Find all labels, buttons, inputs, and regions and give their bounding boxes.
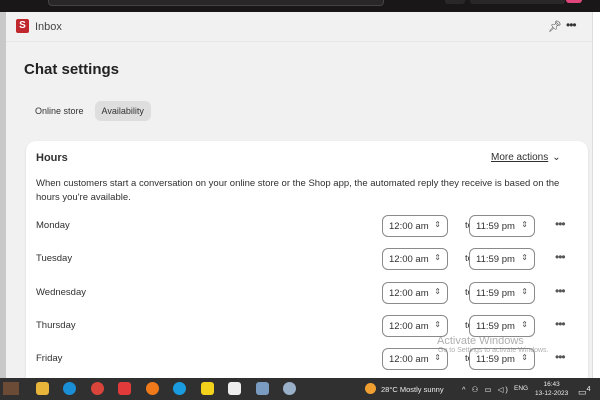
chevron-up-down-icon: ⇕ [434,287,441,296]
chevron-up-down-icon: ⇕ [434,320,441,329]
chevron-up-down-icon: ⇕ [521,253,528,262]
scrollbar[interactable] [0,12,6,378]
chevron-up-down-icon: ⇕ [521,320,528,329]
day-label: Monday [36,220,70,231]
start-time-select[interactable]: 12:00 am ⇕ [382,315,448,337]
clock[interactable]: 16:43 13-12-2023 [535,380,568,398]
start-time-select[interactable]: 12:00 am ⇕ [382,248,448,270]
file-explorer-icon[interactable] [36,382,49,395]
end-time-value: 11:59 pm [476,221,515,232]
page-title: Chat settings [24,61,120,78]
weather-text[interactable]: 28°C Mostly sunny [381,385,444,394]
chevron-up-down-icon: ⇕ [521,287,528,296]
tab-bar: Online store Availability [28,101,151,121]
start-time-value: 12:00 am [389,321,429,332]
notification-count: 4 [586,384,591,393]
end-time-select[interactable]: 11:59 pm ⇕ [469,215,535,237]
tab-availability[interactable]: Availability [94,101,151,121]
start-time-value: 12:00 am [389,354,429,365]
day-label: Wednesday [36,287,86,298]
start-time-value: 12:00 am [389,288,429,299]
start-time-value: 12:00 am [389,254,429,265]
weather-icon[interactable] [365,383,376,394]
hours-row-tuesday: Tuesday 12:00 am⇕ to 11:59 pm⇕ ••• [36,248,576,270]
end-time-value: 11:59 pm [476,321,515,332]
chevron-down-icon: ⌄ [552,152,561,163]
taskbar: 28°C Mostly sunny ^ ⚇ ▭ ◁) ENG 16:43 13-1… [0,378,600,400]
firefox-icon[interactable] [146,382,159,395]
hours-row-monday: Monday 12:00 am⇕ to 11:59 pm⇕ ••• [36,215,576,237]
hours-row-thursday: Thursday 12:00 am⇕ to 11:59 pm⇕ ••• [36,315,576,337]
tab-online-store[interactable]: Online store [28,101,91,121]
end-time-select[interactable]: 11:59 pm ⇕ [469,248,535,270]
app-header: S Inbox 📌︎ ••• [6,12,592,42]
browser-action-button[interactable] [566,0,582,3]
watermark-subtitle: Go to Settings to activate Windows. [438,347,549,354]
chevron-up-down-icon: ⇕ [521,220,528,229]
hours-row-wednesday: Wednesday 12:00 am⇕ to 11:59 pm⇕ ••• [36,282,576,304]
end-time-select[interactable]: 11:59 pm ⇕ [469,315,535,337]
day-label: Friday [36,353,63,364]
app-icon[interactable] [118,382,131,395]
more-actions-button[interactable]: More actions ⌄ [491,152,561,163]
language-indicator[interactable]: ENG [514,385,528,392]
end-time-select[interactable]: 11:59 pm ⇕ [469,282,535,304]
window-edge [592,12,600,378]
skype-icon[interactable] [173,382,186,395]
end-time-value: 11:59 pm [476,254,515,265]
day-label: Thursday [36,320,76,331]
end-time-value: 11:59 pm [476,354,515,365]
activate-windows-watermark: Activate Windows Go to Settings to activa… [437,335,549,354]
more-options-icon[interactable]: ••• [555,317,566,331]
app-logo: S [16,19,29,33]
sticky-notes-icon[interactable] [201,382,214,395]
system-tray-icons[interactable]: ^ ⚇ ▭ ◁) [462,385,510,394]
chevron-up-down-icon: ⇕ [521,353,528,362]
more-options-icon[interactable]: ••• [555,284,566,298]
browser-button[interactable] [470,0,565,4]
app-title: Inbox [35,21,62,33]
chevron-up-down-icon: ⇕ [434,353,441,362]
more-options-icon[interactable]: ••• [555,217,566,231]
pin-icon[interactable]: 📌︎ [548,20,562,33]
edge-icon[interactable] [63,382,76,395]
hours-description: When customers start a conversation on y… [36,178,560,203]
address-bar[interactable] [48,0,384,6]
browser-top-bar [0,0,600,12]
app-icon[interactable] [228,382,241,395]
clock-date: 13-12-2023 [535,390,569,397]
app-icon[interactable] [283,382,296,395]
app-icon[interactable] [256,382,269,395]
wallpaper-thumbnail [3,382,19,395]
chevron-up-down-icon: ⇕ [434,220,441,229]
end-time-value: 11:59 pm [476,288,515,299]
clock-time: 16:43 [543,381,560,388]
more-options-icon[interactable]: ••• [555,250,566,264]
start-time-value: 12:00 am [389,221,429,232]
notifications-icon[interactable]: ▭4 [578,384,591,398]
chevron-up-down-icon: ⇕ [434,253,441,262]
watermark-title: Activate Windows [437,335,524,347]
start-time-select[interactable]: 12:00 am ⇕ [382,282,448,304]
more-options-icon[interactable]: ••• [566,18,577,32]
more-options-icon[interactable]: ••• [555,350,566,364]
more-actions-label: More actions [491,152,549,163]
start-time-select[interactable]: 12:00 am ⇕ [382,215,448,237]
chrome-icon[interactable] [91,382,104,395]
day-label: Tuesday [36,253,73,264]
hours-title: Hours [36,152,68,164]
browser-button[interactable] [445,0,465,4]
